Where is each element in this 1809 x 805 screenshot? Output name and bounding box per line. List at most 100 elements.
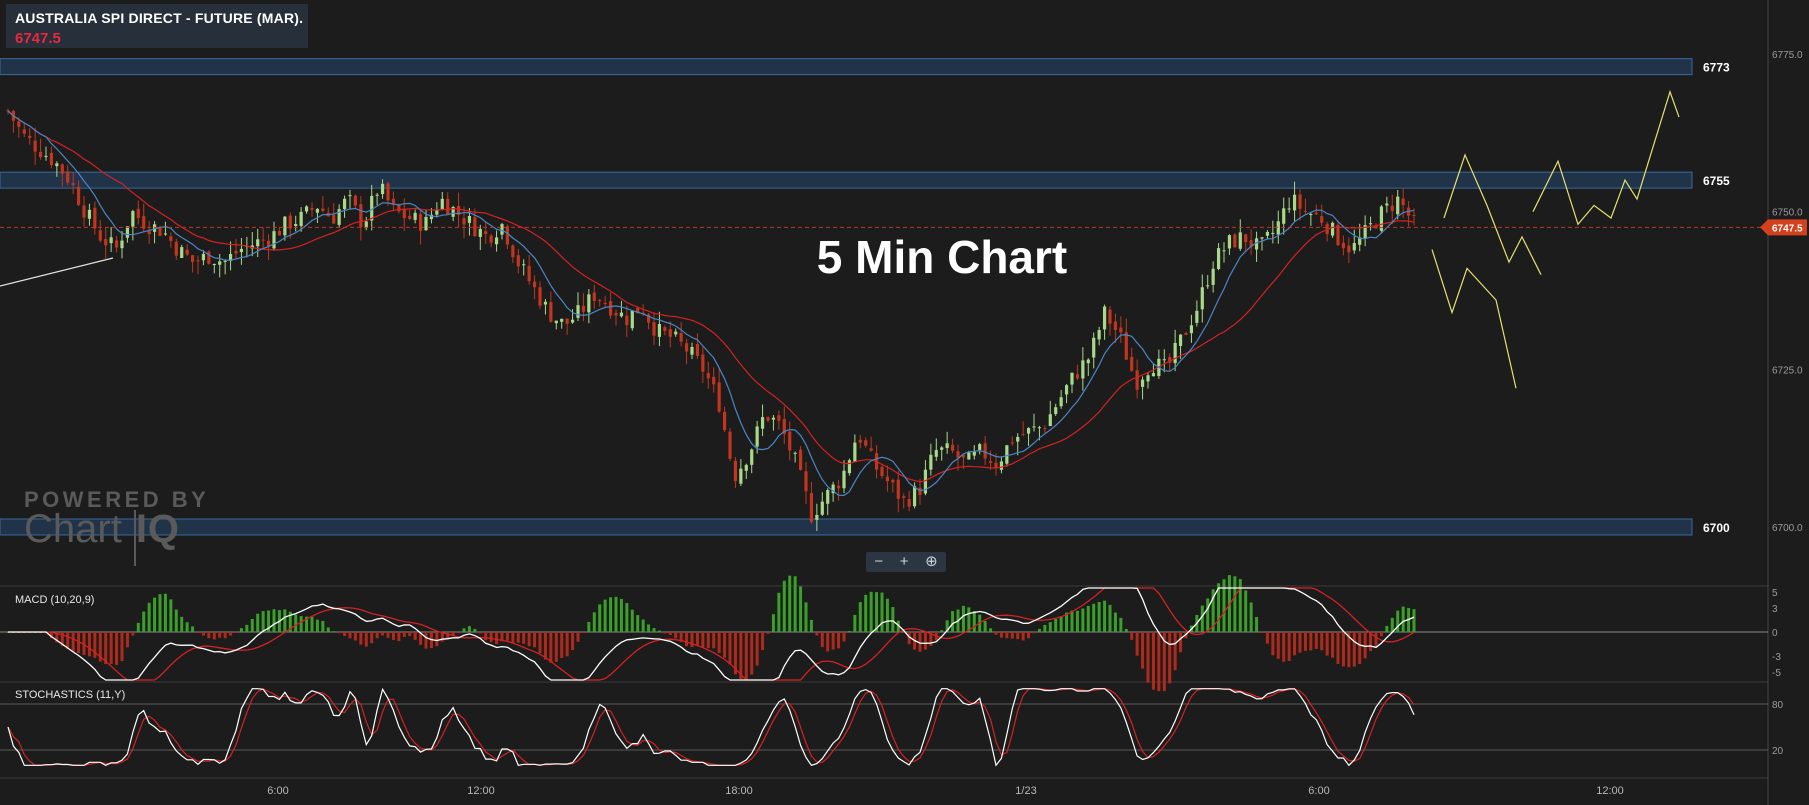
candle-body <box>1260 237 1264 239</box>
macd-histogram-bar <box>1271 632 1275 656</box>
macd-histogram-bar <box>343 632 347 636</box>
macd-histogram-bar <box>1303 632 1307 651</box>
candle-body <box>1102 306 1107 330</box>
candle-body <box>527 265 531 282</box>
macd-histogram-bar <box>565 632 569 657</box>
candle-body <box>1070 372 1074 385</box>
candle-body <box>1206 285 1210 287</box>
macd-histogram-bar <box>375 632 379 639</box>
candle-body <box>522 264 526 266</box>
zoom-reset-button[interactable]: ⊕ <box>925 552 938 572</box>
macd-histogram-bar <box>712 632 716 649</box>
candle-body <box>109 237 113 244</box>
macd-histogram-bar <box>820 632 824 648</box>
candle-body <box>234 250 238 254</box>
macd-histogram-bar <box>587 621 591 632</box>
candle-body <box>554 320 558 324</box>
macd-histogram-bar <box>1320 632 1324 651</box>
candle-body <box>668 329 672 337</box>
macd-histogram-bar <box>1113 612 1117 632</box>
macd-histogram-bar <box>1021 632 1025 641</box>
macd-histogram-bar <box>647 624 651 632</box>
candle-body <box>1298 194 1302 209</box>
stoch-tick-label: 20 <box>1772 746 1784 757</box>
candle-body <box>549 302 553 322</box>
candle-body <box>1390 205 1394 212</box>
candle-body <box>853 442 857 462</box>
candle-body <box>435 210 439 215</box>
macd-histogram-bar <box>625 603 629 632</box>
macd-histogram-bar <box>1314 632 1318 649</box>
candle-body <box>1092 337 1096 358</box>
macd-histogram-bar <box>983 621 987 632</box>
candle-body <box>869 448 873 451</box>
macd-histogram-bar <box>1282 632 1286 662</box>
candle-body <box>1352 243 1356 251</box>
candle-body <box>201 253 206 261</box>
macd-histogram-bar <box>1005 632 1009 639</box>
candle-body <box>446 198 450 215</box>
candle-body <box>1189 325 1194 334</box>
chart-canvas[interactable]: 6700.0 6725.0 6750.0 6775.0 6773 6755 6700 6747… <box>0 0 1809 805</box>
macd-histogram-bar <box>1396 610 1400 632</box>
zoom-out-button[interactable]: − <box>874 552 883 572</box>
candle-body <box>473 217 477 237</box>
candle-body <box>402 208 406 219</box>
macd-histogram-bar <box>1037 628 1041 632</box>
candle-body <box>858 439 862 443</box>
macd-histogram-bar <box>847 631 851 633</box>
zone-label: 6773 <box>1703 61 1730 75</box>
candle-body <box>500 224 504 235</box>
candle-body <box>940 447 944 450</box>
macd-histogram-bar <box>1298 632 1302 653</box>
macd-histogram-bar <box>1293 632 1297 656</box>
candle-body <box>131 211 135 227</box>
candle-body <box>272 231 276 249</box>
candle-body <box>1064 385 1069 395</box>
candle-body <box>929 454 933 470</box>
candle-body <box>565 318 569 324</box>
zoom-in-button[interactable]: + <box>900 552 909 572</box>
macd-histogram-bar <box>657 630 661 632</box>
x-tick-label: 6:00 <box>267 785 288 797</box>
candle-body <box>1032 426 1036 428</box>
macd-histogram-bar <box>641 619 645 632</box>
macd-histogram-bar <box>1108 604 1112 632</box>
candle-body <box>1178 334 1183 346</box>
macd-histogram-bar <box>771 614 775 632</box>
macd-histogram-bar <box>994 632 998 635</box>
macd-histogram-bar <box>543 632 547 660</box>
resistance-zone <box>0 171 1693 189</box>
candle-body <box>1048 414 1052 427</box>
macd-histogram-bar <box>592 612 596 632</box>
macd-histogram-bar <box>744 632 748 680</box>
candle-body <box>288 215 292 229</box>
macd-histogram-bar <box>489 632 493 643</box>
macd-histogram-bar <box>804 602 808 632</box>
macd-histogram-bar <box>864 594 868 632</box>
candle-body <box>891 479 895 483</box>
macd-histogram-bar <box>554 632 558 662</box>
macd-histogram-bar <box>147 602 151 632</box>
candle-body <box>695 343 700 356</box>
candle-body <box>864 440 868 446</box>
candle-body <box>1233 234 1237 248</box>
symbol-price: 6747.5 <box>15 30 61 47</box>
candle-body <box>820 501 824 515</box>
candle-body <box>218 261 222 265</box>
macd-histogram-bar <box>473 628 477 632</box>
candle-body <box>744 464 748 471</box>
candle-body <box>983 443 987 459</box>
candle-body <box>359 204 363 228</box>
macd-histogram-bar <box>348 632 352 639</box>
macd-histogram-bar <box>131 632 135 636</box>
candle-body <box>380 183 385 195</box>
candle-body <box>82 205 86 218</box>
chart-root[interactable]: 6700.0 6725.0 6750.0 6775.0 6773 6755 6700 6747… <box>0 0 1809 805</box>
resistance-zone <box>0 58 1693 76</box>
macd-histogram-bar <box>853 614 857 632</box>
candle-body <box>1282 208 1286 224</box>
resistance-zone <box>0 518 1693 536</box>
macd-histogram-bar <box>180 616 184 632</box>
macd-histogram-bar <box>1412 609 1416 632</box>
